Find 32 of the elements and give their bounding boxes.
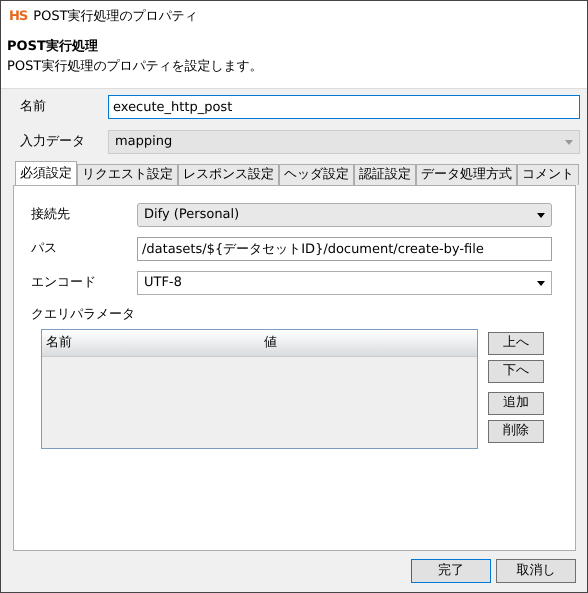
dialog-button[interactable]: 取消し [496, 559, 576, 583]
caret-icon [537, 280, 545, 286]
column-header: 名前 [45, 334, 73, 352]
tab[interactable]: レスポンス設定 [178, 164, 279, 185]
side-button[interactable]: 追加 [488, 392, 544, 414]
dialog-button[interactable]: 完了 [411, 559, 491, 583]
side-button[interactable]: 削除 [488, 420, 544, 442]
field-label: エンコード [31, 274, 97, 292]
header-title: POST実行処理 [7, 38, 99, 56]
tab[interactable]: データ処理方式 [416, 164, 517, 185]
side-button[interactable]: 下へ [488, 360, 544, 382]
dropdown[interactable]: Dify (Personal) [137, 203, 552, 227]
app-logo: HS [9, 8, 28, 26]
tab[interactable]: リクエスト設定 [77, 164, 178, 185]
header-description: POST実行処理のプロパティを設定します。 [7, 58, 264, 76]
input-field[interactable]: execute_http_post [108, 95, 580, 119]
tab[interactable]: 認証設定 [354, 164, 416, 185]
caret-icon [565, 140, 573, 144]
window-title: POST実行処理のプロパティ [33, 8, 198, 26]
field-label: 接続先 [31, 206, 71, 224]
field-label: 入力データ [20, 133, 86, 152]
caret-icon [537, 212, 545, 218]
side-button[interactable]: 上へ [488, 332, 544, 354]
field-label: パス [31, 240, 58, 258]
dropdown[interactable]: UTF-8 [137, 271, 552, 295]
tab[interactable]: コメント [517, 164, 579, 185]
input-field[interactable]: /datasets/${データセットID}/document/create-by-file [137, 237, 552, 261]
column-header: 値 [263, 334, 277, 352]
tab[interactable]: ヘッダ設定 [279, 164, 354, 185]
tab[interactable]: 必須設定 [15, 161, 77, 185]
section-label: クエリパラメータ [31, 306, 136, 324]
field-label: 名前 [20, 98, 47, 116]
